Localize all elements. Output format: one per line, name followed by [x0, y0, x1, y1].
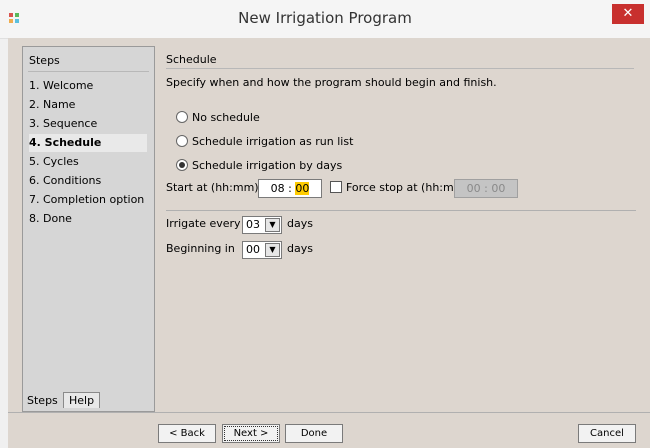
radio-label: Schedule irrigation as run list: [192, 135, 354, 148]
tab-help[interactable]: Help: [63, 392, 101, 408]
section-description: Specify when and how the program should …: [166, 76, 497, 89]
divider: [166, 210, 636, 211]
step-done: 8. Done: [29, 212, 72, 225]
beginning-in-value: 00: [246, 243, 260, 256]
radio-by-days[interactable]: Schedule irrigation by days: [176, 158, 342, 174]
steps-panel: Steps 1. Welcome 2. Name 3. Sequence 4. …: [22, 46, 155, 412]
step-schedule: 4. Schedule: [29, 134, 147, 152]
divider: [28, 71, 149, 72]
wizard-body: Steps 1. Welcome 2. Name 3. Sequence 4. …: [8, 38, 650, 448]
done-button[interactable]: Done: [285, 424, 343, 443]
window-title: New Irrigation Program: [238, 9, 412, 27]
start-hours: 08: [270, 182, 285, 195]
time-separator: :: [288, 182, 292, 195]
step-sequence: 3. Sequence: [29, 117, 98, 130]
schedule-panel: Schedule Specify when and how the progra…: [162, 46, 642, 410]
irrigate-every-select[interactable]: 03 ▼: [242, 216, 282, 234]
title-bar: New Irrigation Program ✕: [0, 0, 650, 39]
step-conditions: 6. Conditions: [29, 174, 102, 187]
cancel-button[interactable]: Cancel: [578, 424, 636, 443]
radio-checked-icon: [176, 159, 188, 171]
dropdown-arrow-icon[interactable]: ▼: [265, 218, 280, 232]
back-button[interactable]: < Back: [158, 424, 216, 443]
start-time-input[interactable]: 08 : 00: [258, 179, 322, 198]
beginning-unit: days: [287, 242, 313, 255]
divider: [166, 68, 634, 69]
steps-panel-title: Steps: [29, 54, 60, 67]
tab-steps[interactable]: Steps: [22, 393, 63, 408]
close-icon: ✕: [622, 6, 634, 21]
beginning-in-select[interactable]: 00 ▼: [242, 241, 282, 259]
start-minutes: 00: [295, 182, 310, 195]
radio-icon: [176, 111, 188, 123]
next-button[interactable]: Next >: [222, 424, 280, 443]
step-completion-option: 7. Completion option: [29, 193, 145, 206]
force-stop-checkbox[interactable]: Force stop at (hh:mm): [330, 179, 469, 197]
radio-label: Schedule irrigation by days: [192, 159, 343, 172]
irrigate-unit: days: [287, 217, 313, 230]
beginning-in-label: Beginning in: [166, 242, 235, 255]
force-stop-time-input: 00 : 00: [454, 179, 518, 198]
section-title: Schedule: [166, 53, 217, 66]
irrigate-every-label: Irrigate every: [166, 217, 241, 230]
radio-no-schedule[interactable]: No schedule: [176, 110, 260, 126]
close-button[interactable]: ✕: [612, 4, 644, 24]
dropdown-arrow-icon[interactable]: ▼: [265, 243, 280, 257]
force-stop-label: Force stop at (hh:mm): [346, 181, 469, 194]
step-cycles: 5. Cycles: [29, 155, 79, 168]
checkbox-icon: [330, 181, 342, 193]
divider: [8, 412, 650, 413]
start-time-label: Start at (hh:mm): [166, 181, 259, 194]
radio-label: No schedule: [192, 111, 260, 124]
irrigate-every-value: 03: [246, 218, 260, 231]
step-welcome: 1. Welcome: [29, 79, 94, 92]
step-name: 2. Name: [29, 98, 76, 111]
radio-icon: [176, 135, 188, 147]
radio-run-list[interactable]: Schedule irrigation as run list: [176, 134, 353, 150]
